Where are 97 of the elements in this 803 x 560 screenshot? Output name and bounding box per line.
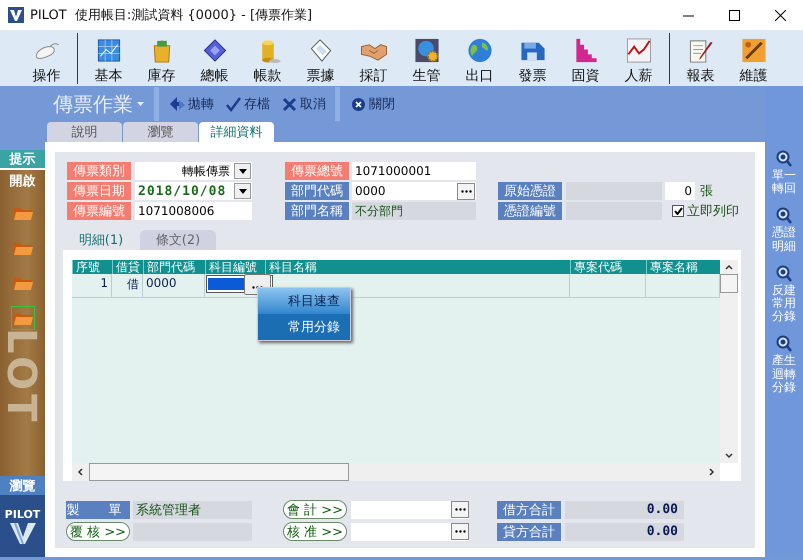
unit-label: 張 bbox=[700, 183, 713, 200]
field-label: 傳票編號 bbox=[67, 202, 131, 220]
toolbar-button[interactable]: 出口 bbox=[453, 30, 506, 86]
field-label: 原始憑證 bbox=[498, 182, 562, 200]
field-label: 部門代碼 bbox=[285, 182, 349, 200]
planet-gear-icon bbox=[412, 37, 440, 64]
field-label: 憑證編號 bbox=[498, 202, 562, 220]
lookup-field[interactable] bbox=[351, 522, 469, 540]
app-logo-icon bbox=[8, 7, 24, 23]
sign-button[interactable]: 覆 核 >> bbox=[66, 522, 130, 541]
browse-button[interactable] bbox=[457, 182, 475, 200]
toolbar-button[interactable]: 固資 bbox=[559, 30, 612, 86]
field-label: 傳票類別 bbox=[67, 162, 131, 180]
field-label: 傳票日期 bbox=[67, 182, 131, 200]
check-icon bbox=[226, 96, 241, 112]
tab[interactable]: 詳細資料 bbox=[199, 122, 274, 142]
table-cell: 借 bbox=[112, 274, 143, 297]
column-header: 借貸 bbox=[112, 260, 143, 274]
open-label: 開啟 bbox=[10, 172, 36, 190]
caret-down-icon bbox=[238, 168, 246, 174]
select-field[interactable]: 轉帳傳票 bbox=[135, 162, 252, 180]
tab[interactable]: 條文(2) bbox=[140, 230, 216, 250]
brand-text: LOT bbox=[0, 328, 44, 426]
maximize-icon bbox=[728, 10, 740, 20]
scrollbar-thumb[interactable] bbox=[89, 463, 349, 481]
folder-button[interactable] bbox=[10, 306, 34, 330]
sign-button[interactable]: 會 計 >> bbox=[283, 500, 347, 519]
toolbar-action[interactable]: 關閉 bbox=[346, 95, 400, 113]
globe-icon bbox=[466, 37, 494, 64]
toolbar-action[interactable]: 取消 bbox=[277, 95, 331, 113]
sign-button[interactable]: 核 准 >> bbox=[283, 522, 347, 541]
vertical-scrollbar[interactable] bbox=[720, 260, 738, 463]
check-icon bbox=[674, 207, 682, 215]
browse-button[interactable] bbox=[451, 501, 469, 518]
toolbar-button[interactable]: 採訂 bbox=[347, 30, 400, 86]
date-field[interactable]: 2018/10/08 bbox=[135, 182, 252, 200]
toolbar-button[interactable]: 人薪 bbox=[612, 30, 665, 86]
menu-item[interactable]: 科目速查 bbox=[258, 288, 350, 314]
search-icon bbox=[776, 264, 792, 282]
text-field[interactable]: 1071000001 bbox=[352, 162, 476, 180]
caret-icon[interactable] bbox=[137, 102, 144, 106]
caret-down-icon bbox=[238, 188, 246, 194]
line-chart-icon bbox=[624, 37, 652, 64]
circle-close-icon bbox=[351, 96, 366, 112]
ellipsis-icon bbox=[454, 530, 466, 533]
toolbar-button[interactable]: 帳款 bbox=[241, 30, 294, 86]
table-cell: 1 bbox=[72, 274, 112, 297]
field-label: 貸方合計 bbox=[497, 522, 561, 540]
logo-text: PILOT bbox=[4, 508, 40, 521]
toolbar-action[interactable]: 拋轉 bbox=[165, 95, 219, 113]
ellipsis-icon bbox=[460, 190, 472, 192]
horizontal-scrollbar[interactable] bbox=[72, 463, 720, 481]
account-code-field[interactable] bbox=[206, 275, 273, 293]
toolbar-button[interactable]: 基本 bbox=[82, 30, 135, 86]
print-checkbox[interactable]: 立即列印 bbox=[672, 202, 739, 220]
swap-arrows-icon bbox=[170, 96, 185, 112]
tab[interactable]: 說明 bbox=[47, 122, 122, 142]
field-label: 製 單 bbox=[66, 500, 130, 518]
browse-button[interactable] bbox=[451, 523, 469, 540]
search-icon bbox=[776, 150, 792, 167]
page-title: 傳票作業 bbox=[53, 90, 133, 118]
dropdown-button[interactable] bbox=[234, 183, 251, 199]
count-field[interactable]: 0 bbox=[665, 182, 695, 200]
column-header: 專案代碼 bbox=[570, 260, 646, 274]
toolbar-button[interactable]: 操作 bbox=[20, 30, 73, 86]
toolbar-button[interactable]: 生管 bbox=[400, 30, 453, 86]
scrollbar-thumb[interactable] bbox=[720, 274, 738, 293]
field-label: 部門名稱 bbox=[285, 202, 349, 220]
field-value: 0000 bbox=[355, 184, 386, 198]
select-value: 轉帳傳票 bbox=[182, 162, 230, 180]
toolbar-button[interactable]: 維護 bbox=[727, 30, 780, 86]
logo-icon bbox=[8, 520, 36, 545]
lookup-field[interactable]: 0000 bbox=[352, 182, 476, 200]
date-value: 2018/10/08 bbox=[138, 184, 226, 198]
x-icon bbox=[282, 96, 297, 112]
search-icon bbox=[776, 207, 792, 224]
column-header: 序號 bbox=[72, 260, 112, 274]
menu-item[interactable]: 常用分錄 bbox=[258, 314, 350, 340]
lookup-field[interactable] bbox=[351, 500, 469, 518]
toolbar-button[interactable]: 報表 bbox=[674, 30, 727, 86]
tab[interactable]: 瀏覽 bbox=[123, 122, 198, 142]
dropdown-button[interactable] bbox=[234, 163, 251, 179]
column-header: 部門代碼 bbox=[143, 260, 205, 274]
ellipsis-icon bbox=[454, 508, 466, 511]
field-label: 借方合計 bbox=[497, 500, 561, 518]
window-title: PILOT 使用帳目:測試資料 {0000} - [傳票作業] bbox=[30, 7, 312, 24]
search-icon bbox=[776, 335, 792, 352]
toolbar-action[interactable]: 存檔 bbox=[221, 95, 275, 113]
table-cell: 0000 bbox=[143, 274, 205, 297]
browse-tab[interactable]: 瀏覽 bbox=[0, 476, 45, 496]
toolbar-button[interactable]: 票據 bbox=[294, 30, 347, 86]
field-label: 傳票總號 bbox=[285, 162, 349, 180]
toolbar-button[interactable]: 庫存 bbox=[135, 30, 188, 86]
text-field[interactable]: 1071008006 bbox=[135, 202, 252, 220]
toolbar-button[interactable]: 總帳 bbox=[188, 30, 241, 86]
close-icon bbox=[774, 10, 786, 20]
toolbar-button[interactable]: 發票 bbox=[506, 30, 559, 86]
